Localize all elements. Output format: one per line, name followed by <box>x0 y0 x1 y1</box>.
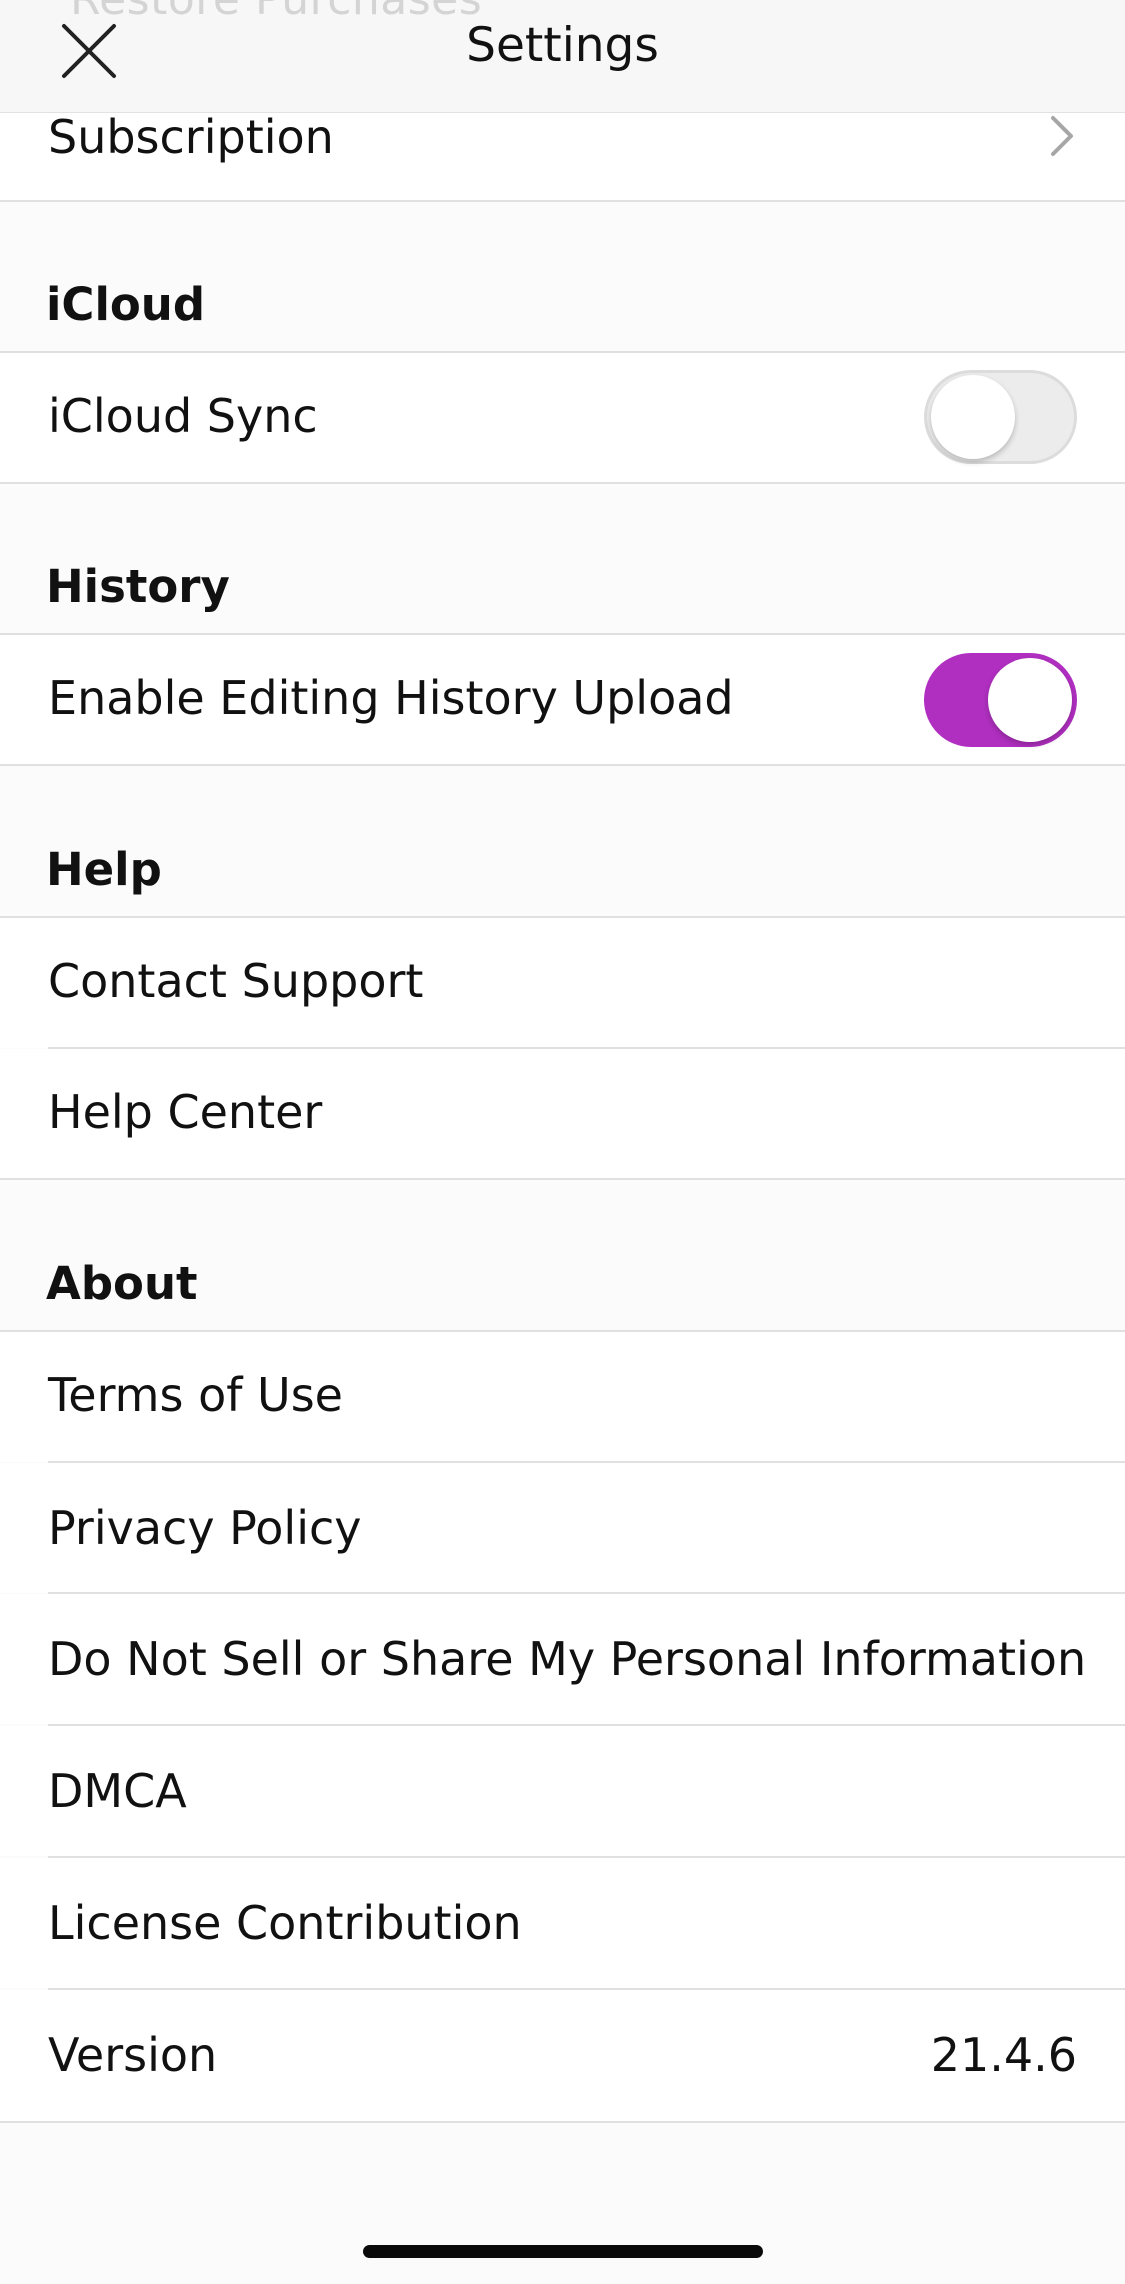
history-upload-row: Enable Editing History Upload <box>0 635 1125 764</box>
version-value: 21.4.6 <box>930 2028 1077 2082</box>
version-label: Version <box>48 2028 218 2082</box>
navigation-bar: Restore Purchases Settings <box>0 0 1125 113</box>
divider <box>0 200 1125 202</box>
license-contribution-label: License Contribution <box>48 1896 522 1950</box>
version-row: Version 21.4.6 <box>0 1990 1125 2121</box>
help-center-row[interactable]: Help Center <box>0 1049 1125 1179</box>
icloud-sync-row: iCloud Sync <box>0 353 1125 482</box>
privacy-policy-label: Privacy Policy <box>48 1501 362 1555</box>
do-not-sell-label: Do Not Sell or Share My Personal Informa… <box>48 1632 1087 1686</box>
chevron-right-icon <box>1051 116 1073 156</box>
license-contribution-row[interactable]: License Contribution <box>0 1858 1125 1988</box>
divider <box>0 2121 1125 2123</box>
section-header-help: Help <box>46 843 162 896</box>
terms-of-use-label: Terms of Use <box>48 1368 343 1422</box>
toggle-knob <box>931 375 1015 459</box>
dmca-label: DMCA <box>48 1764 187 1818</box>
toggle-knob <box>988 658 1072 742</box>
divider <box>0 1178 1125 1180</box>
contact-support-row[interactable]: Contact Support <box>0 918 1125 1048</box>
help-center-label: Help Center <box>48 1085 323 1139</box>
contact-support-label: Contact Support <box>48 954 424 1008</box>
dmca-row[interactable]: DMCA <box>0 1726 1125 1856</box>
do-not-sell-row[interactable]: Do Not Sell or Share My Personal Informa… <box>0 1594 1125 1724</box>
history-upload-toggle[interactable] <box>924 653 1077 747</box>
divider <box>0 482 1125 484</box>
terms-of-use-row[interactable]: Terms of Use <box>0 1332 1125 1462</box>
privacy-policy-row[interactable]: Privacy Policy <box>0 1463 1125 1593</box>
divider <box>0 764 1125 766</box>
history-upload-label: Enable Editing History Upload <box>48 671 734 725</box>
section-header-about: About <box>46 1257 198 1310</box>
section-header-icloud: iCloud <box>46 278 206 331</box>
icloud-sync-label: iCloud Sync <box>48 389 318 443</box>
subscription-row[interactable]: Subscription <box>0 100 1125 200</box>
home-indicator[interactable] <box>363 2245 763 2258</box>
icloud-sync-toggle[interactable] <box>924 370 1077 464</box>
page-title: Settings <box>466 18 659 73</box>
subscription-label: Subscription <box>48 110 334 164</box>
section-header-history: History <box>46 560 230 613</box>
